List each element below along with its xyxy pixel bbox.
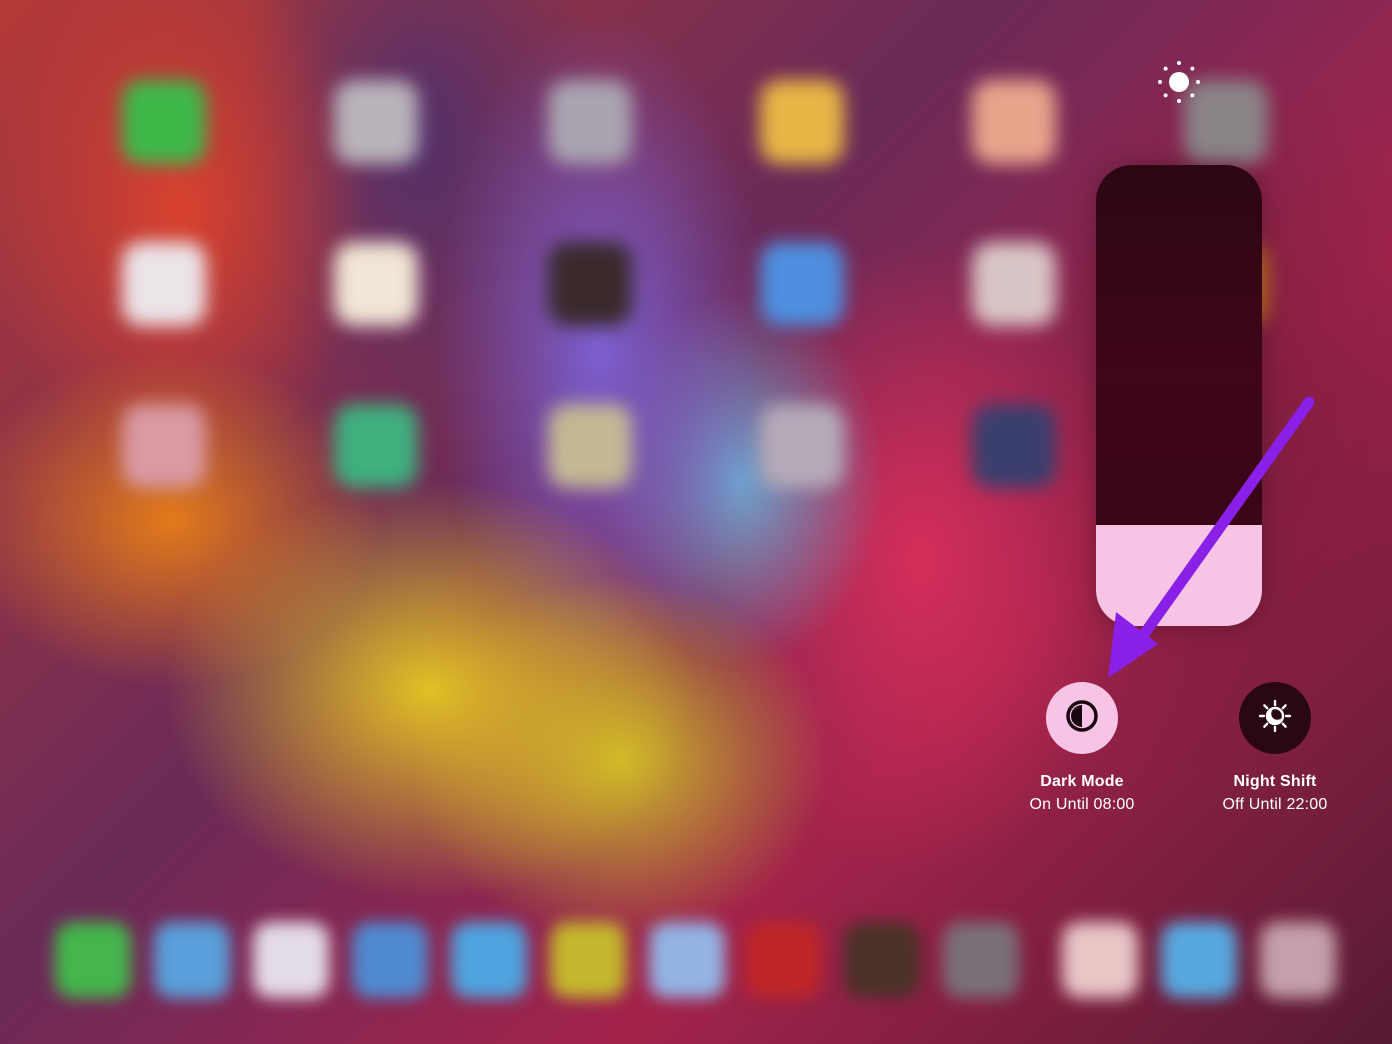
dock-app-icon[interactable] [1161, 922, 1237, 998]
app-icon[interactable] [972, 80, 1056, 164]
dock-app-icon[interactable] [844, 922, 920, 998]
dock-app-icon[interactable] [154, 922, 230, 998]
dark-mode-button[interactable] [1046, 682, 1118, 754]
app-icon[interactable] [972, 242, 1056, 326]
dock-app-icon[interactable] [253, 922, 329, 998]
dock-app-icon[interactable] [745, 922, 821, 998]
app-icon[interactable] [122, 80, 206, 164]
dock-app-icon[interactable] [1260, 922, 1336, 998]
dock-app-icon[interactable] [1062, 922, 1138, 998]
app-icon[interactable] [334, 80, 418, 164]
dock-app-icon[interactable] [352, 922, 428, 998]
dark-mode-title: Dark Mode [1040, 773, 1124, 790]
dock-app-icon[interactable] [943, 922, 1019, 998]
dark-mode-icon [1064, 698, 1100, 738]
app-icon[interactable] [972, 404, 1056, 488]
night-shift-button[interactable] [1239, 682, 1311, 754]
dock-app-icon[interactable] [451, 922, 527, 998]
app-icon[interactable] [760, 80, 844, 164]
app-icon[interactable] [760, 404, 844, 488]
night-shift-icon [1257, 698, 1293, 738]
sun-brightness-icon [1155, 58, 1203, 106]
app-icon[interactable] [334, 404, 418, 488]
dock-app-icon[interactable] [55, 922, 131, 998]
brightness-slider-fill [1096, 524, 1262, 626]
dark-mode-toggle[interactable]: Dark Mode On Until 08:00 [997, 682, 1167, 814]
app-icon[interactable] [760, 242, 844, 326]
dock-app-icon[interactable] [649, 922, 725, 998]
night-shift-toggle[interactable]: Night Shift Off Until 22:00 [1190, 682, 1360, 814]
brightness-slider[interactable] [1096, 165, 1262, 626]
app-icon[interactable] [122, 242, 206, 326]
ipad-screen: Dark Mode On Until 08:00 Night Shift Off… [0, 0, 1392, 1044]
app-icon[interactable] [122, 404, 206, 488]
dark-mode-subtitle: On Until 08:00 [1029, 796, 1135, 813]
app-icon[interactable] [548, 80, 632, 164]
app-icon[interactable] [548, 404, 632, 488]
dock-app-icon[interactable] [550, 922, 626, 998]
app-icon[interactable] [334, 242, 418, 326]
night-shift-subtitle: Off Until 22:00 [1222, 796, 1328, 813]
night-shift-title: Night Shift [1233, 773, 1317, 790]
app-icon[interactable] [548, 242, 632, 326]
